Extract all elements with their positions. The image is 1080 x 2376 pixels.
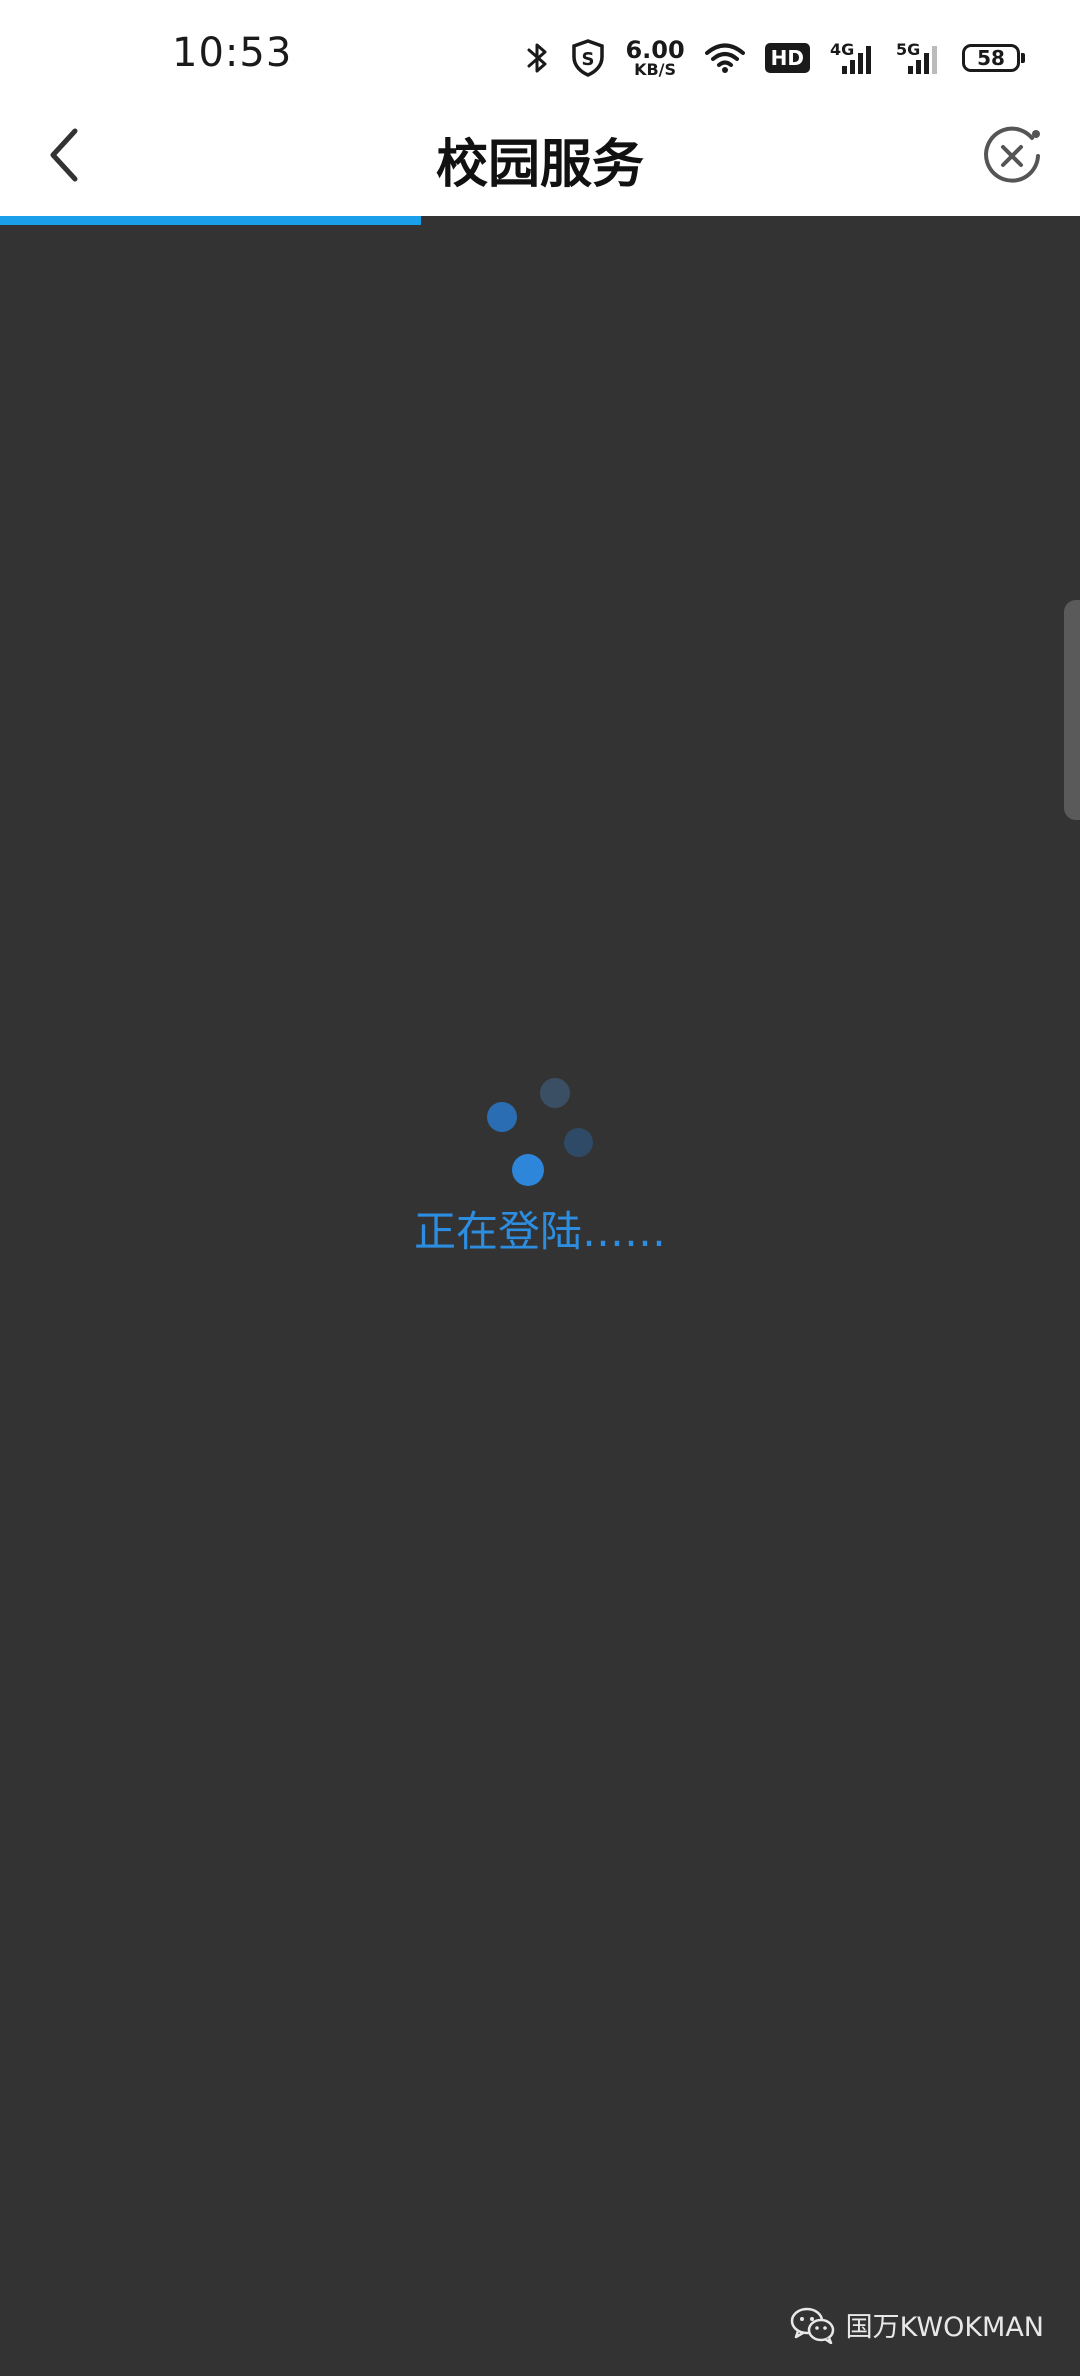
close-button[interactable] bbox=[980, 124, 1044, 188]
signal-4g-icon: 4G bbox=[830, 40, 876, 76]
net-speed: 6.00 KB/S bbox=[625, 38, 684, 78]
spinner-dot bbox=[540, 1078, 570, 1108]
svg-text:S: S bbox=[582, 49, 595, 70]
wechat-icon bbox=[790, 2307, 834, 2344]
status-time: 10:53 bbox=[172, 30, 293, 76]
page-load-progress bbox=[0, 216, 1080, 225]
bluetooth-icon bbox=[527, 43, 547, 73]
battery-icon: 58 bbox=[962, 44, 1025, 72]
wifi-icon bbox=[704, 43, 745, 73]
shield-s-icon: S bbox=[572, 39, 605, 77]
scroll-handle[interactable] bbox=[1064, 600, 1080, 820]
net-speed-value: 6.00 bbox=[625, 36, 685, 64]
spinner-dot bbox=[487, 1102, 517, 1132]
spinner-dot bbox=[512, 1154, 544, 1186]
spinner-dot bbox=[564, 1128, 593, 1157]
loading-spinner bbox=[470, 1070, 610, 1190]
watermark: 国万KWOKMAN bbox=[790, 2305, 1044, 2344]
hd-badge: HD bbox=[764, 43, 810, 73]
net-speed-unit: KB/S bbox=[634, 60, 677, 79]
title-bar: 校园服务 bbox=[0, 100, 1080, 216]
watermark-text: 国万KWOKMAN bbox=[845, 2312, 1044, 2343]
status-bar: 10:53 S 6.00 KB/S HD 4G 5G 58 bbox=[0, 0, 1080, 100]
page-title: 校园服务 bbox=[435, 135, 644, 195]
signal-5g-icon: 5G bbox=[896, 40, 942, 76]
close-circle-icon bbox=[984, 126, 1040, 183]
battery-level: 58 bbox=[977, 46, 1005, 70]
status-icons: S 6.00 KB/S HD 4G 5G 58 bbox=[525, 34, 1025, 82]
loading-text: 正在登陆…… bbox=[413, 1207, 666, 1256]
page-load-progress-fill bbox=[0, 216, 422, 225]
